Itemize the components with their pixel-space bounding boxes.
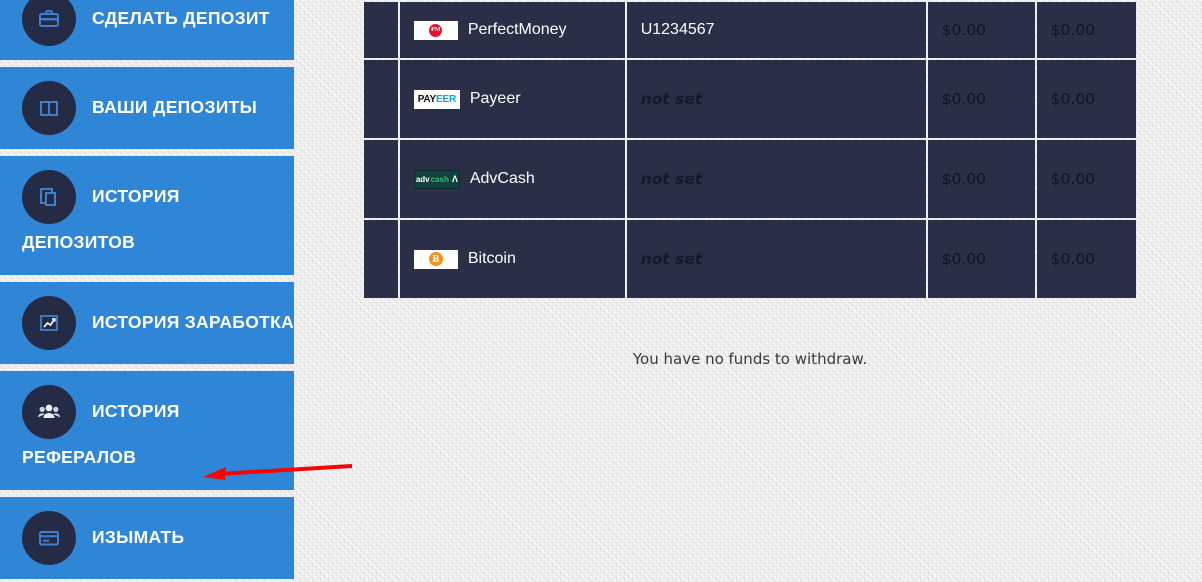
table-row[interactable]: PAY EER Payeer not set $0.00 $0.00 [364, 60, 1136, 138]
amount-cell: $0.00 [927, 220, 1035, 298]
method-cell: Ƀ Bitcoin [399, 220, 625, 298]
chart-up-icon [22, 296, 76, 350]
advcash-mark-arrow: Λ [451, 174, 458, 184]
method-cell: PM PerfectMoney [399, 2, 625, 58]
perfectmoney-mark: PM [429, 23, 443, 37]
account-cell: not set [626, 220, 926, 298]
account-value: not set [640, 89, 703, 108]
users-icon [22, 385, 76, 439]
withdraw-main-panel: PM PerfectMoney U1234567 $0.00 $0.00 PAY… [362, 0, 1202, 300]
sidebar-nav: СДЕЛАТЬ ДЕПОЗИТ ВАШИ ДЕПОЗИТЫ ИСТОРИЯ ДЕ… [0, 0, 294, 582]
amount-cell: $0.00 [927, 140, 1035, 218]
credit-card-icon [22, 511, 76, 565]
amount-value: $0.00 [941, 89, 986, 108]
sidebar-item-withdraw[interactable]: ИЗЫМАТЬ [0, 497, 294, 579]
table-row[interactable]: Ƀ Bitcoin not set $0.00 $0.00 [364, 220, 1136, 298]
fee-value: $0.00 [1050, 89, 1096, 108]
perfectmoney-logo: PM [413, 20, 458, 40]
table-row[interactable]: PM PerfectMoney U1234567 $0.00 $0.00 [364, 2, 1136, 58]
amount-cell: $0.00 [927, 60, 1035, 138]
sidebar-item-make-deposit[interactable]: СДЕЛАТЬ ДЕПОЗИТ [0, 0, 294, 60]
fee-cell: $0.00 [1036, 220, 1136, 298]
account-cell: not set [626, 140, 926, 218]
documents-icon [22, 170, 76, 224]
sidebar-item-label: ИЗЫМАТЬ [92, 527, 185, 548]
account-value: not set [640, 169, 703, 188]
sidebar-item-label: ВАШИ ДЕПОЗИТЫ [92, 97, 258, 118]
fee-value: $0.00 [1050, 20, 1096, 39]
row-select-cell[interactable] [364, 140, 398, 218]
amount-cell: $0.00 [927, 2, 1035, 58]
method-name: PerfectMoney [467, 21, 567, 38]
method-cell: PAY EER Payeer [399, 60, 625, 138]
account-value: not set [640, 249, 703, 268]
sidebar-item-earning-history[interactable]: ИСТОРИЯ ЗАРАБОТКА [0, 282, 294, 364]
method-name: AdvCash [469, 170, 535, 187]
sidebar-item-label-line2: РЕФЕРАЛОВ [22, 447, 137, 467]
amount-value: $0.00 [941, 249, 986, 268]
sidebar-item-label: ИСТОРИЯ [92, 186, 180, 207]
fee-cell: $0.00 [1036, 2, 1136, 58]
method-name: Bitcoin [467, 250, 516, 267]
amount-value: $0.00 [941, 20, 986, 39]
bitcoin-logo: Ƀ [413, 249, 458, 269]
advcash-logo: adv cash Λ [413, 169, 460, 189]
bitcoin-mark: Ƀ [428, 252, 443, 266]
payeer-logo: PAY EER [413, 89, 460, 109]
row-select-cell[interactable] [364, 2, 398, 58]
withdraw-methods-table: PM PerfectMoney U1234567 $0.00 $0.00 PAY… [362, 0, 1138, 300]
sidebar-item-label: ИСТОРИЯ [92, 401, 180, 422]
briefcase-icon [22, 0, 76, 46]
payeer-mark-pay: PAY [417, 93, 437, 105]
table-row[interactable]: adv cash Λ AdvCash not set $0.00 $0.00 [364, 140, 1136, 218]
amount-value: $0.00 [941, 169, 986, 188]
fee-value: $0.00 [1050, 169, 1096, 188]
fee-cell: $0.00 [1036, 140, 1136, 218]
method-name: Payeer [469, 90, 521, 107]
sidebar-item-label-line2: ДЕПОЗИТОВ [22, 232, 136, 252]
sidebar-item-label: СДЕЛАТЬ ДЕПОЗИТ [92, 8, 270, 29]
no-funds-message: You have no funds to withdraw. [632, 350, 868, 368]
account-cell: U1234567 [626, 2, 926, 58]
payeer-mark-eer: EER [436, 93, 456, 105]
account-cell: not set [626, 60, 926, 138]
sidebar-item-label: ИСТОРИЯ ЗАРАБОТКА [92, 312, 295, 333]
fee-cell: $0.00 [1036, 60, 1136, 138]
fee-value: $0.00 [1050, 249, 1096, 268]
sidebar-item-your-deposits[interactable]: ВАШИ ДЕПОЗИТЫ [0, 67, 294, 149]
advcash-mark-cash: cash [430, 174, 449, 184]
row-select-cell[interactable] [364, 220, 398, 298]
row-select-cell[interactable] [364, 60, 398, 138]
advcash-mark-adv: adv [415, 174, 430, 184]
page-root: СДЕЛАТЬ ДЕПОЗИТ ВАШИ ДЕПОЗИТЫ ИСТОРИЯ ДЕ… [0, 0, 1202, 582]
account-value: U1234567 [640, 21, 715, 38]
sidebar-item-referral-history[interactable]: ИСТОРИЯ РЕФЕРАЛОВ [0, 371, 294, 490]
method-cell: adv cash Λ AdvCash [399, 140, 625, 218]
columns-icon [22, 81, 76, 135]
sidebar-item-deposit-history[interactable]: ИСТОРИЯ ДЕПОЗИТОВ [0, 156, 294, 275]
